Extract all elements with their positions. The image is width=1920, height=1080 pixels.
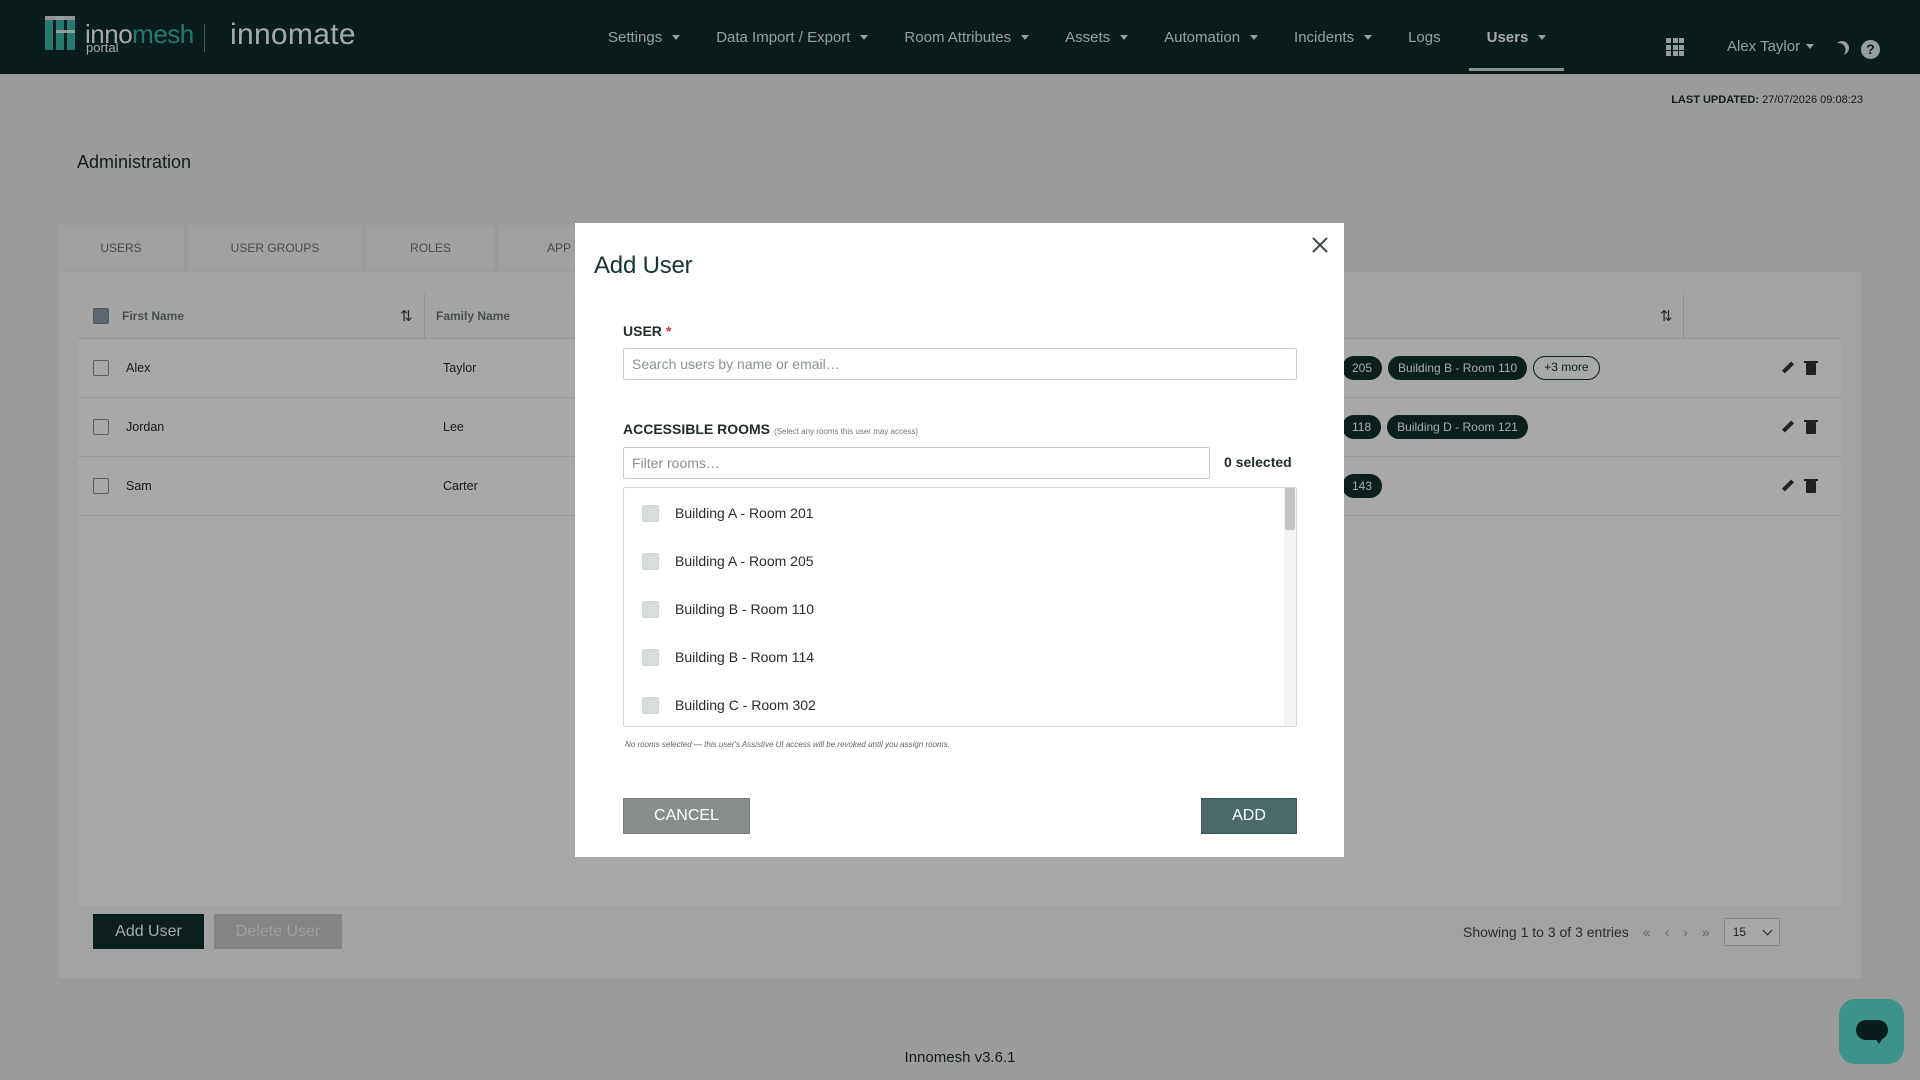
user-field-label: USER * xyxy=(623,323,672,339)
room-label: Building B - Room 114 xyxy=(675,649,815,665)
scroll-thumb[interactable] xyxy=(1285,488,1295,530)
rooms-list: Building A - Room 201 Building A - Room … xyxy=(623,487,1297,727)
room-checkbox[interactable] xyxy=(642,648,659,666)
room-checkbox[interactable] xyxy=(642,600,659,618)
room-label: Building C - Room 302 xyxy=(675,697,816,713)
add-button[interactable]: ADD xyxy=(1201,798,1297,834)
list-item[interactable]: Building B - Room 110 xyxy=(642,599,814,619)
list-item[interactable]: Building C - Room 302 xyxy=(642,695,816,715)
room-label: Building B - Room 110 xyxy=(675,601,815,617)
room-label: Building A - Room 201 xyxy=(675,505,814,521)
close-icon[interactable] xyxy=(1310,235,1330,255)
list-item[interactable]: Building B - Room 114 xyxy=(642,647,814,667)
rooms-warning-note: No rooms selected — this user's Assistiv… xyxy=(625,740,950,749)
room-checkbox[interactable] xyxy=(642,552,659,570)
rooms-filter-input[interactable] xyxy=(623,447,1210,479)
cancel-button[interactable]: CANCEL xyxy=(623,798,750,834)
selected-count: 0 selected xyxy=(1224,454,1292,470)
room-checkbox[interactable] xyxy=(642,504,659,522)
rooms-field-label: ACCESSIBLE ROOMS (Select any rooms this u… xyxy=(623,421,919,437)
room-checkbox[interactable] xyxy=(642,696,659,714)
dialog-title: Add User xyxy=(594,252,693,279)
user-search-input[interactable] xyxy=(623,348,1297,380)
room-label: Building A - Room 205 xyxy=(675,553,814,569)
list-item[interactable]: Building A - Room 201 xyxy=(642,503,814,523)
list-item[interactable]: Building A - Room 205 xyxy=(642,551,814,571)
add-user-dialog: Add User USER* ACCESSIBLE ROOMS(Select a… xyxy=(575,223,1344,857)
rooms-scrollbar[interactable] xyxy=(1284,488,1296,726)
